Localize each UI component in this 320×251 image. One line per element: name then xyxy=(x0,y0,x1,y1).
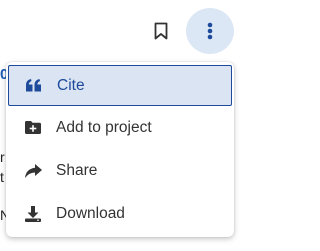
actions-menu: Cite Add to project Share Download xyxy=(6,62,234,237)
menu-item-download[interactable]: Download xyxy=(6,192,234,235)
background-text-fragment: t xyxy=(0,169,4,185)
menu-item-label: Share xyxy=(56,161,98,179)
menu-item-label: Download xyxy=(56,204,125,222)
menu-item-add-to-project[interactable]: Add to project xyxy=(6,106,234,149)
menu-item-label: Cite xyxy=(57,76,85,94)
background-text-fragment: r xyxy=(0,149,5,165)
bookmark-icon xyxy=(154,22,168,40)
menu-item-cite[interactable]: Cite xyxy=(8,65,232,106)
menu-item-label: Add to project xyxy=(56,118,152,136)
share-arrow-icon xyxy=(24,162,42,180)
bookmark-button[interactable] xyxy=(148,18,174,44)
menu-item-share[interactable]: Share xyxy=(6,149,234,192)
quote-icon xyxy=(25,77,43,95)
vertical-ellipsis-icon xyxy=(207,22,213,40)
download-icon xyxy=(24,205,42,223)
more-options-button[interactable] xyxy=(186,8,234,54)
folder-add-icon xyxy=(24,119,42,137)
